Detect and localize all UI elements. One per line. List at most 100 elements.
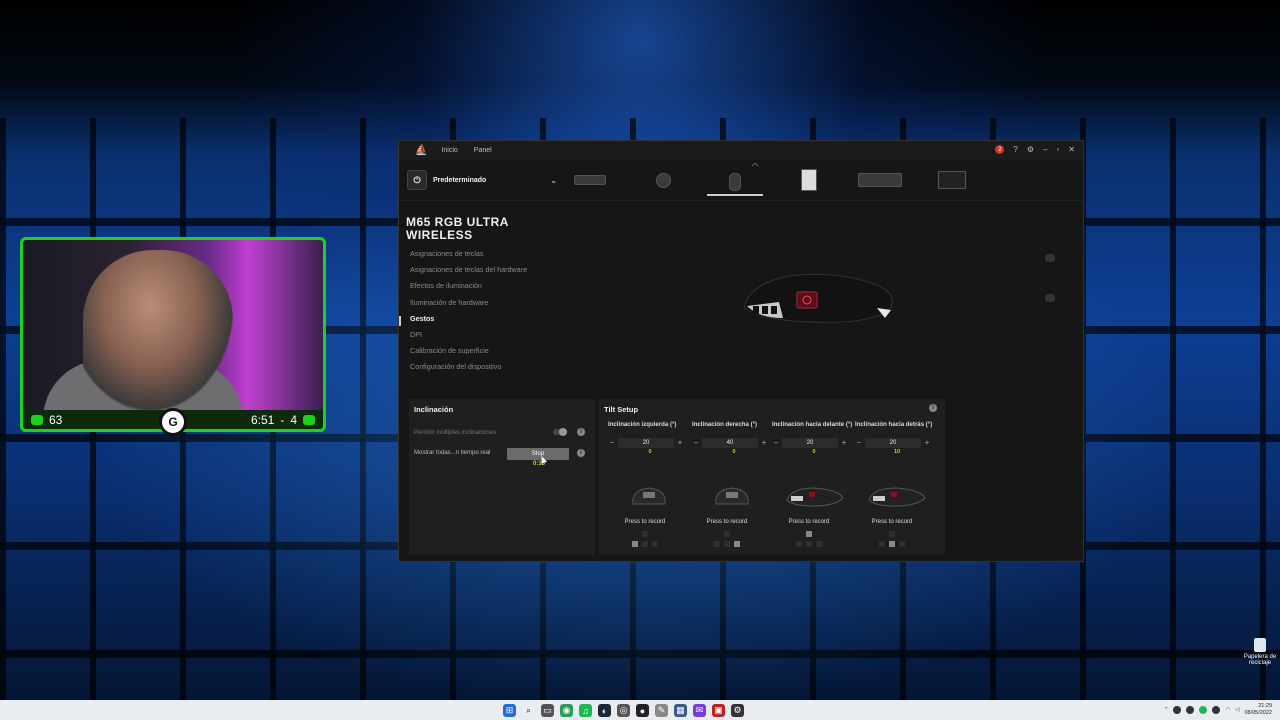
tray-icon[interactable] (1212, 706, 1221, 714)
start-button[interactable]: ⊞ (503, 704, 516, 717)
tab-inicio[interactable]: Inicio (441, 147, 457, 154)
nav-item-device-settings[interactable]: Configuración del dispositivo (410, 362, 527, 378)
tilt-column-forward: Inclinación hacia delante (°) − 20 + 0 (772, 421, 856, 455)
channel-logo-icon: G (159, 408, 187, 436)
secondary-count: 4 (290, 412, 297, 427)
info-icon[interactable]: i (929, 404, 937, 412)
info-icon[interactable]: i (577, 449, 585, 457)
tray-icon[interactable] (1199, 706, 1208, 714)
profile-selector[interactable]: ⏻ Predeterminado ⌄ (407, 170, 557, 190)
nav-item-hardware-lighting[interactable]: Iluminación de hardware (410, 298, 527, 314)
tilt-label: Inclinación hacia detrás (°) (855, 421, 933, 428)
device-bar: ⏻ Predeterminado ⌄ ◠ (399, 160, 1083, 201)
nav-item-lighting-effects[interactable]: Efectos de iluminación (410, 281, 527, 297)
paint-icon[interactable]: ✎ (655, 704, 668, 717)
close-button[interactable]: ✕ (1068, 145, 1075, 154)
device-keyboard-small[interactable] (573, 170, 607, 190)
mouse-front-icon (715, 487, 749, 505)
search-icon[interactable]: ⌕ (522, 704, 535, 717)
decrement-button[interactable]: − (692, 438, 700, 447)
settings-gear-icon[interactable]: ⚙ (1027, 145, 1034, 154)
recycle-bin-shortcut[interactable]: Papelera de reciclaje (1240, 638, 1280, 666)
device-mouse-m65[interactable] (707, 170, 763, 196)
inclinacion-title: Inclinación (414, 405, 454, 414)
tilt-stepper: − 20 + (772, 437, 856, 448)
chevron-down-icon[interactable]: ⌄ (550, 176, 557, 185)
device-keyboard-full[interactable] (857, 170, 903, 190)
decrement-button[interactable]: − (608, 438, 616, 447)
tilt-column-left: Inclinación izquierda (°) − 20 + 0 (608, 421, 692, 455)
device-usb-hub[interactable] (799, 169, 819, 191)
viewers-icon (31, 414, 43, 425)
increment-button[interactable]: + (760, 438, 768, 447)
stop-button[interactable]: Stop (507, 448, 569, 460)
tray-icon[interactable] (1173, 706, 1182, 714)
edge-icon[interactable]: ◉ (560, 704, 573, 717)
volume-icon[interactable]: ◁ (1235, 707, 1239, 713)
nav-item-hardware-key-assignments[interactable]: Asignaciones de teclas del hardware (410, 265, 527, 281)
tilt-live-value: 0 (812, 449, 816, 455)
mouse-side-view-icon[interactable] (1045, 294, 1055, 302)
nav-item-dpi[interactable]: DPI (410, 330, 527, 346)
tilt-value-input[interactable]: 20 (865, 437, 921, 448)
tilt-value-input[interactable]: 20 (782, 437, 838, 448)
corsair-logo-icon: ⛵ (415, 145, 428, 156)
tilt-stepper: − 20 + (855, 437, 939, 448)
tilt-label: Inclinación izquierda (°) (608, 421, 677, 428)
press-to-record-button[interactable]: Press to record (685, 519, 769, 525)
viewer-count: 63 (49, 412, 63, 427)
spotify-icon[interactable]: ♫ (579, 704, 592, 717)
chevron-up-icon[interactable]: ⌃ (1164, 707, 1169, 713)
calculator-icon[interactable]: ▦ (674, 704, 687, 717)
minimize-button[interactable]: – (1043, 145, 1047, 154)
title-bar: ⛵ Inicio Panel 2 ? ⚙ – ▫ ✕ (399, 141, 1083, 160)
increment-button[interactable]: + (676, 438, 684, 447)
tilt-setup-title: Tilt Setup (604, 405, 639, 414)
multiple-tilts-toggle[interactable] (553, 428, 567, 436)
device-nav: Asignaciones de teclas Asignaciones de t… (410, 249, 527, 379)
media-icon[interactable]: ▣ (712, 704, 725, 717)
maximize-button[interactable]: ▫ (1056, 145, 1059, 154)
decrement-button[interactable]: − (855, 438, 863, 447)
tilt-column-right: Inclinación derecha (°) − 40 + 0 (692, 421, 776, 455)
multiple-tilts-label: Permitir múltiples inclinaciones (414, 430, 497, 436)
twitch-icon[interactable]: ✉ (693, 704, 706, 717)
taskbar: ⊞ ⌕ ▭ ◉ ♫ ◐ ◎ ● ✎ ▦ ✉ ▣ ⚙ ⌃ ◠ ◁ 21:29 08… (0, 700, 1280, 720)
tab-panel[interactable]: Panel (474, 147, 492, 154)
steam-icon[interactable]: ◐ (598, 704, 611, 717)
device-headset-dongle[interactable] (653, 170, 673, 190)
profile-name: Predeterminado (433, 176, 487, 184)
press-to-record-button[interactable]: Press to record (850, 519, 934, 525)
nav-item-key-assignments[interactable]: Asignaciones de teclas (410, 249, 527, 265)
nav-item-gestures[interactable]: Gestos (410, 314, 527, 330)
nav-active-marker (399, 316, 401, 326)
inclinacion-panel: Inclinación Permitir múltiples inclinaci… (409, 399, 595, 555)
webcam-overlay (20, 237, 326, 432)
device-monitor[interactable] (937, 170, 967, 190)
icue-window: ⛵ Inicio Panel 2 ? ⚙ – ▫ ✕ ⏻ Predetermin… (398, 140, 1084, 562)
increment-button[interactable]: + (840, 438, 848, 447)
app-icon[interactable]: ● (636, 704, 649, 717)
mouse-top-view-icon[interactable] (1045, 254, 1055, 262)
separator: - (280, 412, 285, 427)
wifi-icon[interactable]: ◠ (1225, 707, 1230, 713)
help-icon[interactable]: ? (1013, 145, 1017, 154)
explorer-icon[interactable]: ▭ (541, 704, 554, 717)
icue-icon[interactable]: ⚙ (731, 704, 744, 717)
increment-button[interactable]: + (923, 438, 931, 447)
tilt-label: Inclinación derecha (°) (692, 421, 758, 428)
info-icon[interactable]: i (577, 428, 585, 436)
mouse-side-icon (868, 487, 926, 507)
decrement-button[interactable]: − (772, 438, 780, 447)
mouse-front-icon (632, 487, 666, 505)
nav-item-surface-calibration[interactable]: Calibración de superficie (410, 346, 527, 362)
obs-icon[interactable]: ◎ (617, 704, 630, 717)
tray-icon[interactable] (1186, 706, 1195, 714)
press-to-record-button[interactable]: Press to record (767, 519, 851, 525)
notifications-button[interactable]: 2 (995, 145, 1005, 154)
press-to-record-button[interactable]: Press to record (603, 519, 687, 525)
tilt-value-input[interactable]: 40 (702, 437, 758, 448)
tilt-value-input[interactable]: 20 (618, 437, 674, 448)
clock[interactable]: 21:29 08/05/2022 (1244, 703, 1272, 717)
tilt-stepper: − 20 + (608, 437, 692, 448)
